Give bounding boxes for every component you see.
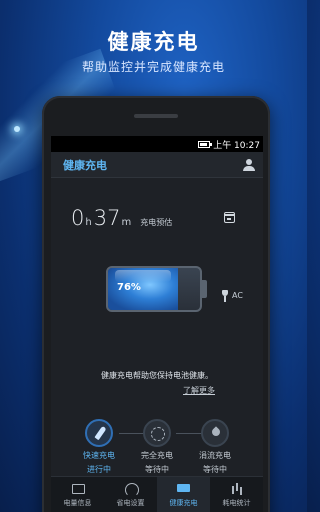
health-tip: 健康充电帮助您保持电池健康。 [101,371,213,380]
tab-label: 电量信息 [63,499,92,507]
tab-label: 耗电统计 [222,499,251,507]
hours-unit: h [85,217,92,228]
step-status: 进行中 [87,465,111,474]
main-content: 0 h 37 m 充电预估 76% AC 健康充电帮助您保持电池健康。 了解更多… [51,178,263,476]
tab-battery-info[interactable]: 电量信息 [51,477,104,512]
battery-status-icon [198,140,213,148]
battery-tip [202,280,207,298]
tab-healthy-charge[interactable]: 健康充电 [157,477,210,512]
minutes-value: 37 [93,206,121,230]
step-label: 快速充电 [83,451,115,460]
step-full-charge: 完全充电 等待中 [127,419,187,475]
plug-icon [221,290,229,302]
power-source-label: AC [232,291,243,300]
battery-graphic: 76% [106,266,202,312]
bottom-tab-bar: 电量信息 省电设置 健康充电 耗电统计 [51,476,263,512]
charge-icon [176,482,191,494]
learn-more-link[interactable]: 了解更多 [183,385,215,396]
minutes-unit: m [121,217,132,228]
step-label: 完全充电 [141,451,173,460]
tab-usage-stats[interactable]: 耗电统计 [210,477,263,512]
step-status: 等待中 [145,465,169,474]
rocket-icon [85,419,113,447]
charge-time-estimate: 0 h 37 m 充电预估 [71,206,172,230]
step-fast-charge: 快速充电 进行中 [69,419,129,475]
drop-icon [201,419,229,447]
hours-value: 0 [71,206,85,230]
app-screen: 上午 10:27 健康充电 0 h 37 m 充电预估 76% AC 健康充电帮… [51,136,263,512]
tab-label: 健康充电 [169,499,198,507]
tab-power-saving[interactable]: 省电设置 [104,477,157,512]
charge-steps: 快速充电 进行中 完全充电 等待中 涓流充电 等待中 [75,419,245,479]
phone-speaker [134,114,178,118]
status-time: 上午 10:27 [213,140,260,151]
tab-label: 省电设置 [116,499,145,507]
step-label: 涓流充电 [199,451,231,460]
user-icon[interactable] [243,158,255,171]
app-title: 健康充电 [63,158,107,172]
calendar-icon[interactable] [224,212,235,223]
dashed-circle-icon [143,419,171,447]
promo-subtitle: 帮助监控并完成健康充电 [81,60,225,74]
battery-percent: 76% [117,282,141,293]
status-bar: 上午 10:27 [51,136,263,152]
battery-info-icon [71,482,85,494]
app-bar: 健康充电 [51,152,263,178]
gauge-icon [124,482,139,497]
estimate-label: 充电预估 [140,218,173,227]
light-dot [14,126,20,132]
step-status: 等待中 [203,465,227,474]
step-trickle-charge: 涓流充电 等待中 [185,419,245,475]
promo-title: 健康充电 [107,30,200,54]
stats-icon [230,482,244,494]
